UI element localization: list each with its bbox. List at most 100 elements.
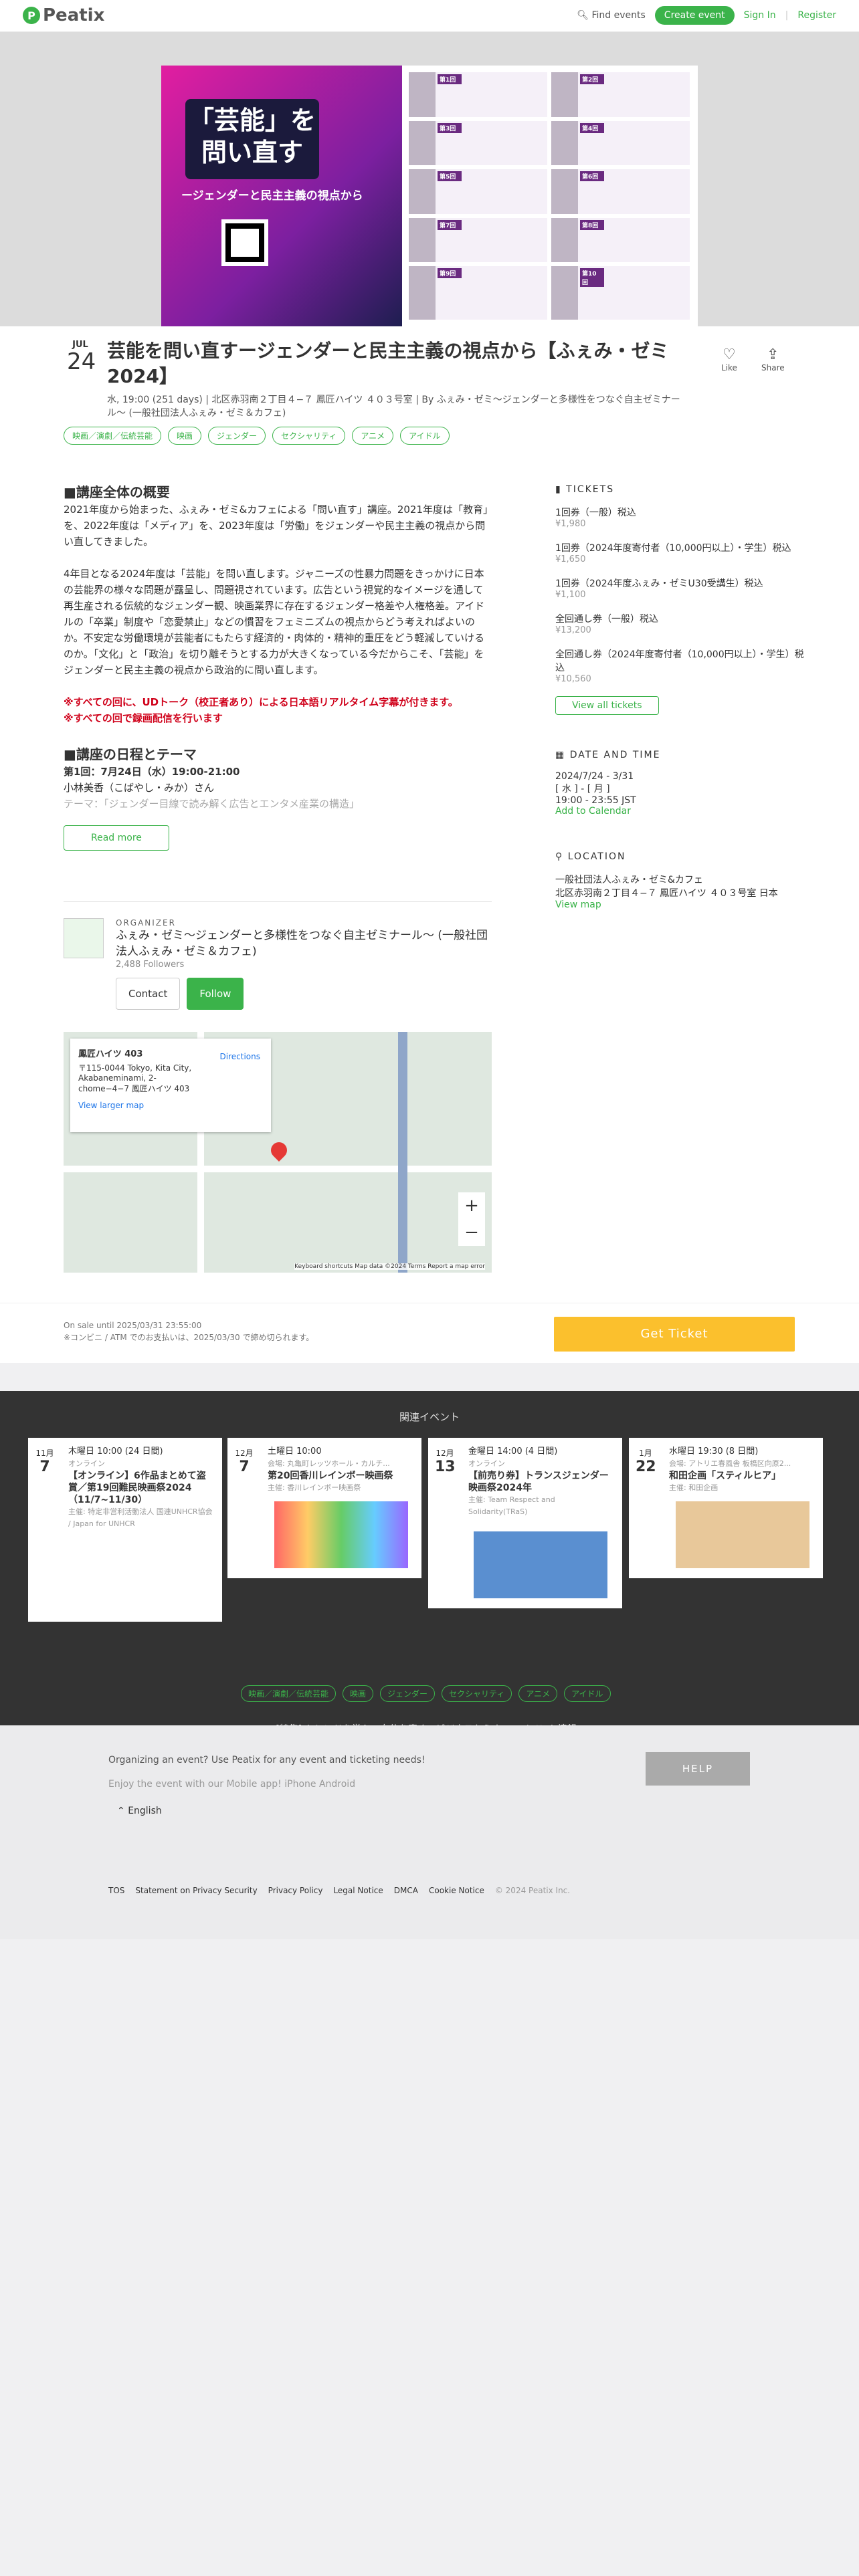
location-address: 北区赤羽南２丁目４−７ 鳳匠ハイツ ４０３号室 日本: [555, 888, 778, 899]
like-button[interactable]: ♡ Like: [721, 346, 737, 372]
map-rail: [398, 1032, 407, 1273]
organizer-followers: 2,488 Followers: [116, 960, 185, 970]
footer-links: TOS Statement on Privacy Security Privac…: [108, 1886, 570, 1895]
speaker-cell: 第2回: [551, 72, 690, 117]
follow-button[interactable]: Follow: [187, 978, 244, 1010]
speaker-cell: 第1回: [409, 72, 547, 117]
find-events-link[interactable]: 🔍︎ Find events: [577, 10, 646, 21]
event-thumbnail: [274, 1501, 408, 1568]
event-day: 24: [67, 348, 96, 375]
header: P Peatix 🔍︎ Find events Create event Sign…: [0, 0, 859, 32]
tag[interactable]: セクシャリティ: [272, 427, 346, 445]
map-footer: Keyboard shortcuts Map data ©2024 Terms …: [294, 1263, 485, 1270]
zoom-out-button[interactable]: −: [458, 1219, 485, 1246]
organizer-name[interactable]: ふぇみ・ゼミ〜ジェンダーと多様性をつなぐ自主ゼミナール〜 (一般社団法人ふぇみ・…: [116, 928, 492, 960]
organizer-avatar[interactable]: [64, 918, 104, 958]
speaker-cell: 第3回: [409, 120, 547, 166]
notice-subtitles: ※すべての回に、UDトーク（校正者あり）による日本語リアルタイム字幕が付きます。: [64, 696, 458, 708]
peatix-logo[interactable]: P Peatix: [23, 5, 104, 25]
tag[interactable]: ジェンダー: [208, 427, 266, 445]
top-nav: 🔍︎ Find events Create event Sign In | Re…: [577, 6, 836, 25]
speaker-cell: 第10回: [551, 266, 690, 320]
footer-link[interactable]: Cookie Notice: [429, 1886, 484, 1895]
tag[interactable]: 映画: [168, 427, 202, 445]
speaker-cell: 第9回: [409, 266, 547, 320]
help-button[interactable]: HELP: [646, 1752, 750, 1786]
share-button[interactable]: ⇪ Share: [761, 346, 785, 372]
date-days: [ 水 ] - [ 月 ]: [555, 784, 610, 794]
share-icon: ⇪: [767, 346, 779, 363]
speaker-cell: 第5回: [409, 169, 547, 214]
view-map-link[interactable]: View map: [555, 899, 601, 910]
event-tags: 映画／演劇／伝統芸能 映画 ジェンダー セクシャリティ アニメ アイドル: [64, 427, 450, 445]
tag[interactable]: 映画: [343, 1685, 374, 1702]
event-title: 芸能を問い直すージェンダーと民主主義の視点から【ふぇみ・ゼミ2024】: [107, 340, 669, 387]
overview-paragraph: 4年目となる2024年度は「芸能」を問い直します。ジャニーズの性暴力問題をきっか…: [64, 568, 485, 676]
footer-link[interactable]: Statement on Privacy Security: [135, 1886, 257, 1895]
zoom-in-button[interactable]: +: [458, 1192, 485, 1219]
related-card[interactable]: 12月 13 金曜日 14:00 (4 日間) オンライン 【前売り券】トランスジェン…: [428, 1438, 622, 1608]
datetime-heading: ▦ DATE AND TIME: [555, 750, 661, 760]
contact-button[interactable]: Contact: [116, 978, 181, 1010]
footer-link[interactable]: Privacy Policy: [268, 1886, 323, 1895]
qr-code: [221, 219, 268, 266]
event-banner-image: 「芸能」を問い直す ージェンダーと民主主義の視点から 第1回 第2回 第3回 第…: [161, 66, 698, 326]
ticket-item: 全回通し券（2024年度寄付者（10,000円以上）・学生）税込 ¥10,560: [555, 649, 804, 684]
tag[interactable]: セクシャリティ: [442, 1685, 512, 1702]
footer-organize-text: Organizing an event? Use Peatix for any …: [108, 1755, 425, 1765]
date-time: 19:00 - 23:55 JST: [555, 795, 636, 806]
map-directions-link[interactable]: Directions: [220, 1052, 260, 1061]
event-date: JUL 24: [67, 340, 96, 375]
tag[interactable]: アイドル: [564, 1685, 611, 1702]
related-card[interactable]: 12月 7 土曜日 10:00 会場: 丸亀町レッツホール・カルチ... 第20回香川…: [227, 1438, 421, 1578]
banner-speaker-grid: 第1回 第2回 第3回 第4回 第5回 第6回 第7回 第8回 第9回 第10回: [409, 72, 690, 320]
map-info-card: 鳳匠ハイツ 403 〒115-0044 Tokyo, Kita City, Ak…: [70, 1039, 271, 1132]
tag[interactable]: アニメ: [518, 1685, 558, 1702]
location-name: 一般社団法人ふぇみ・ゼミ&カフェ: [555, 875, 703, 885]
ticket-item: 1回券（2024年度ふぇみ・ゼミU30受講生）税込 ¥1,100: [555, 578, 763, 600]
search-icon: 🔍︎: [577, 10, 589, 21]
footer-link[interactable]: TOS: [108, 1886, 124, 1895]
overview-heading: ■講座全体の概要: [64, 484, 170, 500]
footer-link[interactable]: DMCA: [394, 1886, 418, 1895]
organizer-actions: Contact Follow: [116, 978, 492, 1010]
organizer-section: ORGANIZER ふぇみ・ゼミ〜ジェンダーと多様性をつなぐ自主ゼミナール〜 (…: [64, 901, 492, 1010]
tag[interactable]: 映画／演劇／伝統芸能: [64, 427, 162, 445]
speaker-cell: 第4回: [551, 120, 690, 166]
tag[interactable]: アニメ: [352, 427, 394, 445]
tag[interactable]: 映画／演劇／伝統芸能: [241, 1685, 337, 1702]
read-more-button[interactable]: Read more: [64, 825, 169, 851]
location-map[interactable]: 鳳匠ハイツ 403 〒115-0044 Tokyo, Kita City, Ak…: [64, 1032, 492, 1273]
sign-in-link[interactable]: Sign In: [744, 10, 776, 21]
tag[interactable]: アイドル: [400, 427, 450, 445]
banner-subtitle: ージェンダーと民主主義の視点から: [181, 189, 363, 203]
heart-icon: ♡: [723, 346, 736, 363]
ticket-item: 1回券（2024年度寄付者（10,000円以上）・学生）税込 ¥1,650: [555, 543, 791, 564]
map-larger-link[interactable]: View larger map: [78, 1101, 263, 1110]
tag[interactable]: ジェンダー: [380, 1685, 436, 1702]
create-event-button[interactable]: Create event: [654, 6, 735, 25]
overview-paragraph: 2021年度から始まった、ふぇみ・ゼミ&カフェによる「問い直す」講座。2021年…: [64, 504, 488, 548]
chevron-up-icon: ⌃: [117, 1806, 125, 1816]
notice-recording: ※すべての回で録画配信を行います: [64, 712, 223, 724]
register-link[interactable]: Register: [797, 10, 836, 21]
add-to-calendar-link[interactable]: Add to Calendar: [555, 806, 631, 817]
map-pin-icon[interactable]: [268, 1139, 290, 1162]
speaker-cell: 第7回: [409, 217, 547, 263]
related-card[interactable]: 11月 7 木曜日 10:00 (24 日間) オンライン 【オンライン】6作品まとめ…: [28, 1438, 222, 1622]
ticket-item: 全回通し券（一般）税込 ¥13,200: [555, 614, 658, 635]
related-card[interactable]: 1月 22 水曜日 19:30 (8 日間) 会場: アトリエ春風舎 板橋区向原2.…: [629, 1438, 823, 1578]
get-ticket-button[interactable]: Get Ticket: [554, 1317, 795, 1352]
session-1-theme: テーマ：「ジェンダー目線で読み解く広告とエンタメ産業の構造」: [64, 798, 360, 810]
footer-link[interactable]: Legal Notice: [333, 1886, 383, 1895]
view-all-tickets-button[interactable]: View all tickets: [555, 696, 659, 715]
session-1: 第1回：7月24日（水）19:00-21:00: [64, 766, 240, 778]
map-zoom-controls[interactable]: + −: [458, 1192, 485, 1246]
location-heading: ⚲ LOCATION: [555, 851, 626, 862]
find-events-label: Find events: [591, 10, 646, 21]
related-events: 関連イベント 11月 7 木曜日 10:00 (24 日間) オンライン 【オンライン…: [0, 1391, 859, 1735]
card-date: 11月 7: [35, 1448, 54, 1475]
language-selector[interactable]: ⌃ English: [117, 1806, 162, 1816]
location-pin-icon: ⚲: [555, 851, 564, 862]
tickets-heading: ▮ TICKETS: [555, 484, 615, 495]
